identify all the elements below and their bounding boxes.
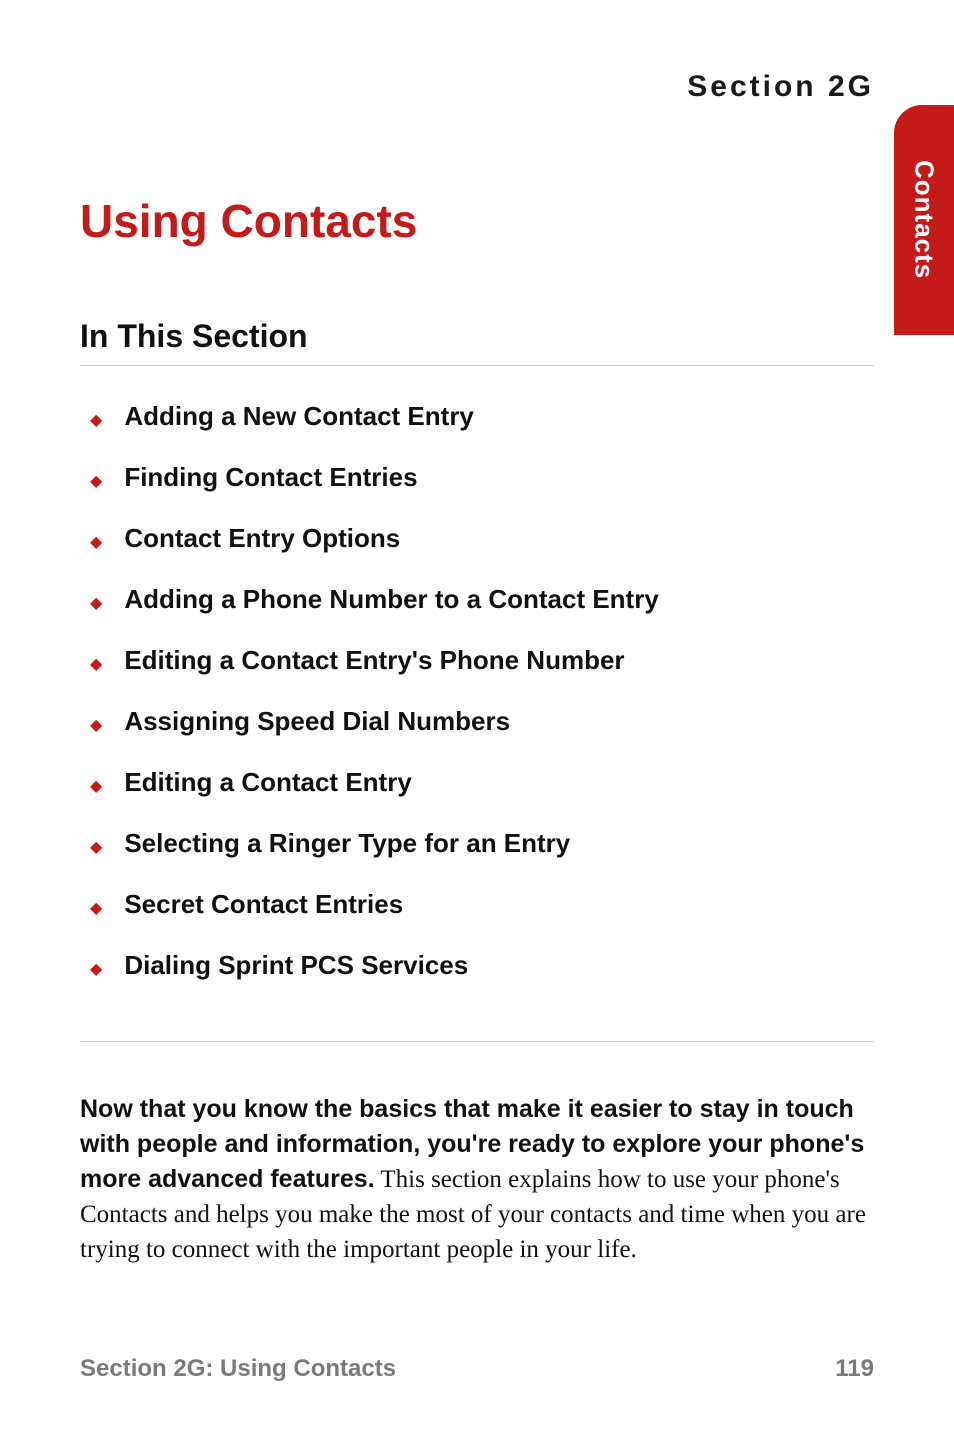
diamond-bullet-icon: ◆ <box>90 596 102 612</box>
footer-section: Section 2G: Using Contacts <box>80 1355 396 1383</box>
toc-item-label: Assigning Speed Dial Numbers <box>124 706 510 737</box>
footer-page-number: 119 <box>835 1355 874 1383</box>
section-label: Section 2G <box>80 70 874 104</box>
page-title: Using Contacts <box>80 194 874 248</box>
toc-item-label: Editing a Contact Entry <box>124 767 411 798</box>
toc-item: ◆ Assigning Speed Dial Numbers <box>80 706 874 737</box>
toc-item-label: Finding Contact Entries <box>124 462 417 493</box>
diamond-bullet-icon: ◆ <box>90 840 102 856</box>
toc-item-label: Dialing Sprint PCS Services <box>124 950 468 981</box>
thumb-tab-text: Contacts <box>909 160 940 279</box>
toc-list: ◆ Adding a New Contact Entry ◆ Finding C… <box>80 401 874 1042</box>
toc-item: ◆ Adding a Phone Number to a Contact Ent… <box>80 584 874 615</box>
diamond-bullet-icon: ◆ <box>90 901 102 917</box>
diamond-bullet-icon: ◆ <box>90 535 102 551</box>
toc-item: ◆ Finding Contact Entries <box>80 462 874 493</box>
toc-item-label: Editing a Contact Entry's Phone Number <box>124 645 624 676</box>
toc-item: ◆ Dialing Sprint PCS Services <box>80 950 874 981</box>
toc-item-label: Selecting a Ringer Type for an Entry <box>124 828 570 859</box>
toc-item: ◆ Editing a Contact Entry's Phone Number <box>80 645 874 676</box>
page: Section 2G Contacts Using Contacts In Th… <box>0 0 954 1433</box>
toc-item: ◆ Editing a Contact Entry <box>80 767 874 798</box>
in-this-section-heading: In This Section <box>80 318 874 366</box>
toc-item-label: Adding a New Contact Entry <box>124 401 474 432</box>
toc-item: ◆ Selecting a Ringer Type for an Entry <box>80 828 874 859</box>
toc-item-label: Secret Contact Entries <box>124 889 403 920</box>
toc-item-label: Contact Entry Options <box>124 523 400 554</box>
diamond-bullet-icon: ◆ <box>90 657 102 673</box>
toc-item: ◆ Contact Entry Options <box>80 523 874 554</box>
thumb-tab: Contacts <box>894 105 954 335</box>
diamond-bullet-icon: ◆ <box>90 962 102 978</box>
diamond-bullet-icon: ◆ <box>90 413 102 429</box>
body-paragraph: Now that you know the basics that make i… <box>80 1092 874 1267</box>
toc-item: ◆ Adding a New Contact Entry <box>80 401 874 432</box>
diamond-bullet-icon: ◆ <box>90 779 102 795</box>
diamond-bullet-icon: ◆ <box>90 718 102 734</box>
toc-item: ◆ Secret Contact Entries <box>80 889 874 920</box>
toc-item-label: Adding a Phone Number to a Contact Entry <box>124 584 658 615</box>
page-footer: Section 2G: Using Contacts 119 <box>80 1355 874 1383</box>
diamond-bullet-icon: ◆ <box>90 474 102 490</box>
